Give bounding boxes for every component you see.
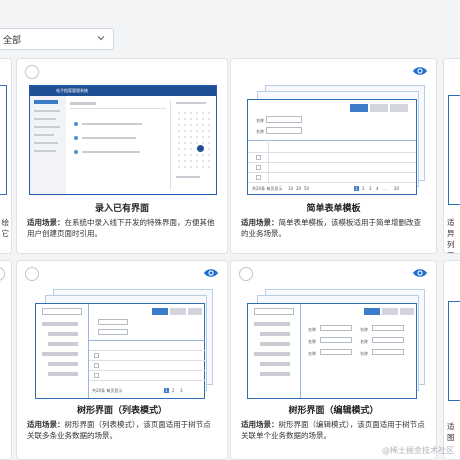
card-desc: 适用场景：树形界面（列表模式），该页面适用于树节点关联多条业务数据的场景。 xyxy=(27,420,211,440)
thumbnail-preview xyxy=(0,85,7,195)
thumbnail-preview: 电子档案管理系统 xyxy=(29,85,217,195)
eye-icon[interactable] xyxy=(203,267,219,279)
card-title: 录入已有界面 xyxy=(94,204,149,214)
select-radio[interactable] xyxy=(25,267,39,281)
eye-icon[interactable] xyxy=(412,65,428,77)
thumbnail-preview: 名称 名称 名称 名称 名称 名称 xyxy=(243,287,425,399)
thumbnail-preview xyxy=(448,301,460,401)
card-title: 树形界面（列表模式） xyxy=(76,406,167,416)
select-radio[interactable] xyxy=(239,267,253,281)
template-card-partial-right-bottom[interactable]: 适图 xyxy=(443,260,460,460)
template-card[interactable]: 名称 名称 共20条 每页显示 10 20 50 1 2 3 4 ... 20 … xyxy=(230,58,437,254)
watermark: @稀土掘金技术社区 xyxy=(382,446,454,455)
template-card[interactable]: 共20条 每页显示 1 2 3 树形界面（列表模式） 适用场景：树形界面（列表模… xyxy=(16,260,228,460)
truncated-desc: 适图 xyxy=(447,422,455,442)
category-select-value: 全部 xyxy=(3,35,22,46)
select-radio[interactable] xyxy=(25,65,39,79)
template-card-partial-right-top[interactable]: 适异列面， xyxy=(443,58,460,254)
thumbnail-preview: 共20条 每页显示 1 2 3 xyxy=(29,287,215,399)
truncated-desc: 适异列面， xyxy=(447,218,460,253)
card-title: 简单表单模板 xyxy=(306,204,361,214)
template-card[interactable]: 电子档案管理系统 录入已有界面 适用场景：在系统中录入线下开发的特殊界面，方便其… xyxy=(16,58,228,254)
template-card-partial-left-top[interactable]: 绘它 xyxy=(0,58,12,254)
card-title: 树形界面（编辑模式） xyxy=(288,406,379,416)
template-card[interactable]: 名称 名称 名称 名称 名称 名称 树形界面（编辑模式） 适用场景：树形界面（编… xyxy=(230,260,437,460)
thumbnail-preview xyxy=(448,95,460,205)
card-desc: 适用场景：简单表单模板，该模板适用于简单增删改查的业务场景。 xyxy=(241,218,421,238)
eye-icon[interactable] xyxy=(412,267,428,279)
truncated-desc: 绘它 xyxy=(1,218,10,238)
template-card-partial-left-bottom[interactable] xyxy=(0,260,12,460)
thumbnail-preview: 名称 名称 共20条 每页显示 10 20 50 1 2 3 4 ... 20 xyxy=(243,85,425,195)
card-desc: 适用场景：在系统中录入线下开发的特殊界面，方便其他用户创建页面时引用。 xyxy=(27,218,215,238)
card-desc: 适用场景：树形界面（编辑模式），该页面适用于树节点关联单个业务数据的场景。 xyxy=(241,420,425,440)
category-select[interactable]: 全部 xyxy=(0,28,114,50)
select-radio[interactable] xyxy=(0,267,5,281)
chevron-down-icon xyxy=(97,36,105,41)
template-picker: 全部 绘它 电子档案管理系统 录入已有界面 适用场景：在系统中录入线下开发的特殊… xyxy=(0,0,460,460)
